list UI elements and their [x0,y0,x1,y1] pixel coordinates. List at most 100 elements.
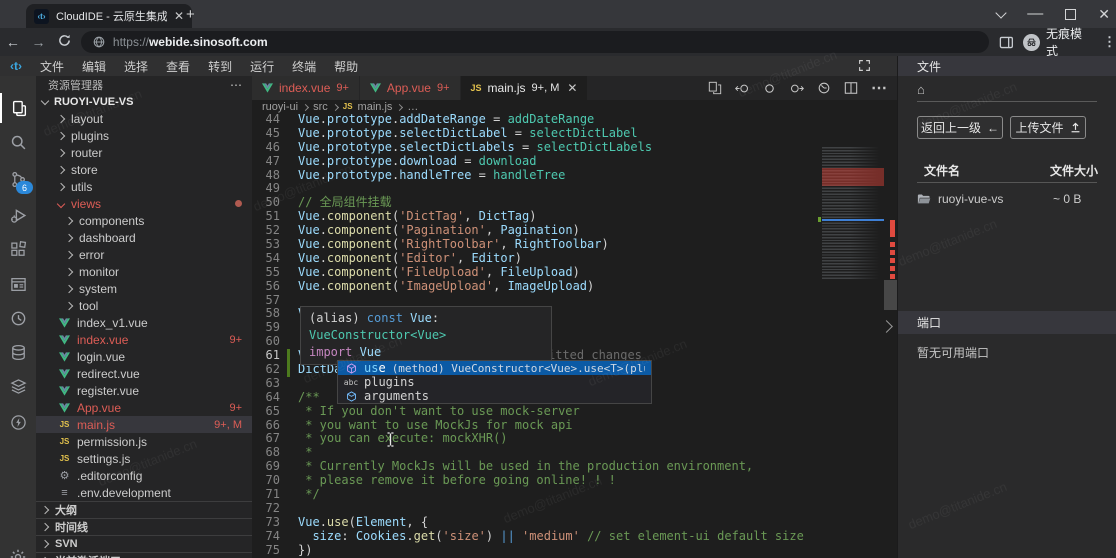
menu-item-5[interactable]: 运行 [241,58,283,75]
lightning-icon[interactable] [0,407,36,437]
tree-item[interactable]: monitor [36,263,252,280]
suggest-item-arguments[interactable]: arguments [338,389,651,403]
tree-item[interactable]: redirect.vue [36,365,252,382]
tree-item[interactable]: JSmain.js9+, M [36,416,252,433]
menu-item-1[interactable]: 编辑 [73,58,115,75]
tree-item[interactable]: JSsettings.js [36,450,252,467]
tab-main-js[interactable]: JS main.js 9+, M ✕ [461,76,589,100]
tree-item[interactable]: system [36,280,252,297]
side-panel-icon[interactable] [999,35,1014,50]
browser-toolbar: ← → https:// webide.sinosoft.com 无痕模式 ⋮ [0,28,1116,56]
new-tab-button[interactable]: + [186,6,195,23]
close-window-icon[interactable]: ✕ [1098,6,1110,23]
timeline-icon[interactable] [817,81,831,95]
run-debug-icon[interactable] [0,200,36,230]
next-change-icon[interactable] [789,82,804,95]
tree-item[interactable]: utils [36,178,252,195]
file-row[interactable]: ruoyi-vue-vs ~ 0 B [917,190,1097,208]
menu-item-4[interactable]: 转到 [199,58,241,75]
code-line-66: 66 * you want to use MockJs for mock api [252,419,897,433]
explorer-icon[interactable] [0,93,36,123]
breadcrumb-item[interactable]: … [407,101,418,113]
tree-item[interactable]: JSpermission.js [36,433,252,450]
tree-item[interactable]: ⚙.editorconfig [36,467,252,484]
previous-change-icon[interactable] [735,82,750,95]
js-icon: JS [58,420,71,429]
explorer-section-1[interactable]: 时间线 [36,518,252,535]
explorer-section-2[interactable]: SVN [36,535,252,552]
extensions-icon[interactable] [0,234,36,264]
tree-item[interactable]: router [36,144,252,161]
open-changes-icon[interactable] [708,81,722,95]
browser-tab[interactable]: ‹t› CloudIDE - 云原生集成开发环境 ✕ [26,4,192,28]
menu-item-2[interactable]: 选择 [115,58,157,75]
timeline-clock-icon[interactable] [0,303,36,333]
code-line-55: 55Vue.component('FileUpload', FileUpload… [252,266,897,280]
upload-file-button[interactable]: 上传文件 [1010,116,1086,139]
tree-item[interactable]: plugins [36,127,252,144]
layers-icon[interactable] [0,371,36,401]
tree-item[interactable]: login.vue [36,348,252,365]
url-bar[interactable]: https:// webide.sinosoft.com [81,31,989,53]
source-control-icon[interactable]: 6 [0,164,36,194]
tree-item-label: redirect.vue [77,367,140,381]
breadcrumb-item[interactable]: src [313,101,328,113]
suggest-item-plugins[interactable]: abc plugins [338,375,651,389]
minimize-icon[interactable]: — [1027,5,1043,23]
tab-index-vue[interactable]: index.vue 9+ [252,76,360,100]
minimap[interactable] [822,147,884,280]
tree-item[interactable]: store [36,161,252,178]
tree-item[interactable]: register.vue [36,382,252,399]
maximize-icon[interactable] [1065,9,1076,20]
back-icon[interactable]: ← [0,34,26,50]
menu-item-3[interactable]: 查看 [157,58,199,75]
menu-item-6[interactable]: 终端 [283,58,325,75]
home-icon[interactable]: ⌂ [917,82,925,97]
settings-gear-icon[interactable] [0,542,36,558]
menu-item-0[interactable]: 文件 [31,58,73,75]
tree-item[interactable]: layout [36,110,252,127]
tree-item[interactable]: ≡.env.development [36,484,252,501]
preview-window-icon[interactable] [0,269,36,299]
database-icon[interactable] [0,337,36,367]
browser-menu-icon[interactable]: ⋮ [1103,34,1116,50]
tree-item[interactable]: components [36,212,252,229]
tree-item[interactable]: tool [36,297,252,314]
split-editor-icon[interactable] [844,81,858,95]
explorer-section-0[interactable]: 大纲 [36,501,252,518]
explorer-more-icon[interactable]: ⋯ [230,78,242,92]
menu-item-7[interactable]: 帮助 [325,58,367,75]
reload-icon[interactable] [51,34,77,50]
tree-root[interactable]: RUOYI-VUE-VS [36,94,252,110]
tree-item-label: App.vue [77,401,121,415]
code-line-52: 52Vue.component('Pagination', Pagination… [252,224,897,238]
chevron-right-icon [41,540,49,548]
breadcrumb-item[interactable]: main.js [358,101,393,113]
screen: ‹t› CloudIDE - 云原生集成开发环境 ✕ + — ✕ ← → htt… [0,0,1116,558]
collapse-right-panel-button[interactable] [876,311,896,341]
back-parent-button[interactable]: 返回上一级← [917,116,1003,139]
tree-item[interactable]: views [36,195,252,212]
tab-close-icon[interactable]: ✕ [174,9,184,23]
tree-item[interactable]: dashboard [36,229,252,246]
change-dot-icon[interactable] [763,82,776,95]
breadcrumb-item[interactable]: ruoyi-ui [262,101,298,113]
search-icon[interactable] [0,127,36,157]
forward-icon[interactable]: → [26,34,52,50]
suggest-item-use[interactable]: use (method) VueConstructor<Vue>.use<T>(… [338,361,651,375]
explorer-section-3[interactable]: 当前激活端口 [36,552,252,558]
code-line-74: 74 size: Cookies.get('size') || 'medium'… [252,530,897,544]
tab-close-icon[interactable]: ✕ [567,81,577,95]
tree-item[interactable]: error [36,246,252,263]
tree-item[interactable]: App.vue9+ [36,399,252,416]
scrollbar-thumb[interactable] [884,280,897,310]
tab-app-vue[interactable]: App.vue 9+ [360,76,461,100]
code-line-69: 69 * Currently MockJs will be used in th… [252,460,897,474]
more-actions-icon[interactable]: ⋯ [871,78,887,98]
window-menu-icon[interactable] [996,7,1007,18]
tree-item[interactable]: index_v1.vue [36,314,252,331]
code-line-70: 70 * please remove it before going onlin… [252,474,897,488]
tree-item[interactable]: index.vue9+ [36,331,252,348]
ports-header[interactable]: 端口 [898,311,1116,334]
fullscreen-icon[interactable] [858,59,871,75]
